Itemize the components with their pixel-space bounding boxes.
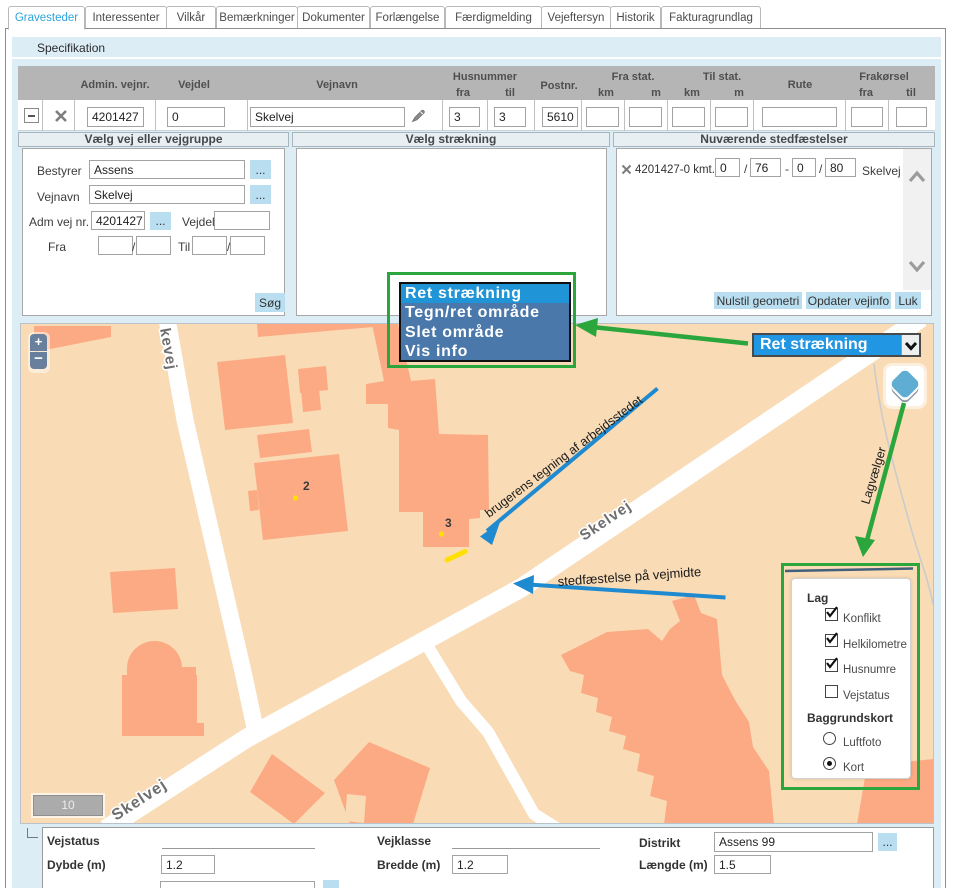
svg-text:3: 3 [445, 516, 452, 530]
svg-text:2: 2 [303, 479, 310, 493]
